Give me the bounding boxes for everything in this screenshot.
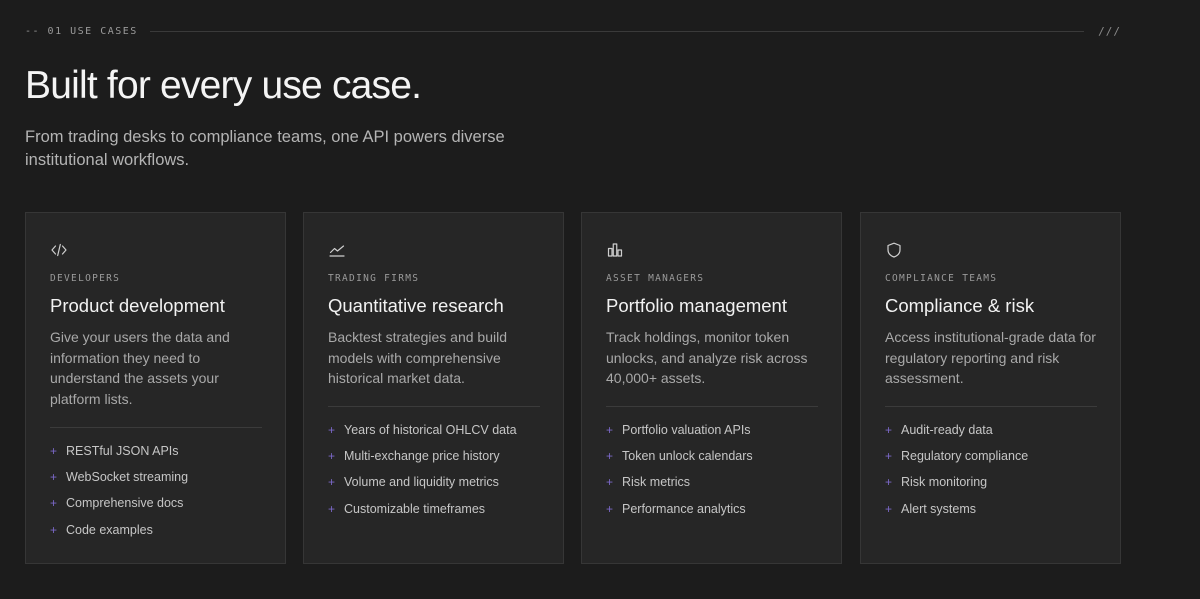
card-divider bbox=[885, 406, 1097, 407]
feature-item: + Audit-ready data bbox=[885, 417, 1105, 443]
feature-label: Customizable timeframes bbox=[344, 501, 486, 516]
card-description: Backtest strategies and build models wit… bbox=[328, 329, 507, 386]
feature-label: Audit-ready data bbox=[901, 423, 993, 438]
plus-icon: + bbox=[328, 449, 336, 464]
card-eyebrow: DEVELOPERS bbox=[50, 273, 121, 284]
section-divider bbox=[149, 30, 1085, 32]
page-title: Built for every use case. bbox=[25, 64, 422, 107]
page-subtitle: From trading desks to compliance teams, … bbox=[25, 128, 505, 169]
plus-icon: + bbox=[328, 501, 336, 516]
card-eyebrow: ASSET MANAGERS bbox=[606, 273, 705, 284]
plus-icon: + bbox=[606, 423, 614, 438]
feature-label: Volume and liquidity metrics bbox=[344, 475, 499, 490]
feature-label: Performance analytics bbox=[622, 501, 746, 516]
shield-icon bbox=[885, 241, 903, 259]
feature-label: RESTful JSON APIs bbox=[66, 444, 179, 459]
plus-icon: + bbox=[328, 475, 336, 490]
feature-list: + Audit-ready data + Regulatory compliance… bbox=[885, 417, 1105, 522]
card-title: Portfolio management bbox=[606, 295, 787, 316]
feature-label: Token unlock calendars bbox=[622, 449, 753, 464]
feature-label: Years of historical OHLCV data bbox=[344, 423, 517, 438]
feature-label: Risk monitoring bbox=[901, 475, 988, 490]
plus-icon: + bbox=[885, 449, 893, 464]
plus-icon: + bbox=[328, 423, 336, 438]
use-case-card-asset-managers: ASSET MANAGERS Portfolio management Trac… bbox=[581, 212, 842, 564]
feature-label: WebSocket streaming bbox=[66, 470, 189, 485]
card-divider bbox=[328, 406, 540, 407]
feature-label: Alert systems bbox=[901, 501, 977, 516]
card-divider bbox=[606, 406, 818, 407]
feature-list: + RESTful JSON APIs + WebSocket streaming … bbox=[50, 438, 270, 543]
use-case-cards: DEVELOPERS Product development Give your… bbox=[25, 212, 1121, 564]
plus-icon: + bbox=[606, 501, 614, 516]
plus-icon: + bbox=[50, 470, 58, 485]
plus-icon: + bbox=[50, 522, 58, 537]
feature-item: + WebSocket streaming bbox=[50, 464, 270, 490]
feature-item: + RESTful JSON APIs bbox=[50, 438, 270, 464]
plus-icon: + bbox=[885, 501, 893, 516]
feature-item: + Multi-exchange price history bbox=[328, 443, 548, 469]
plus-icon: + bbox=[885, 423, 893, 438]
plus-icon: + bbox=[885, 475, 893, 490]
feature-item: + Portfolio valuation APIs bbox=[606, 417, 826, 443]
card-title: Product development bbox=[50, 295, 225, 316]
plus-icon: + bbox=[50, 496, 58, 511]
feature-item: + Comprehensive docs bbox=[50, 490, 270, 516]
section-header: -- 01 USE CASES /// bbox=[25, 22, 1121, 40]
plus-icon: + bbox=[606, 475, 614, 490]
feature-item: + Risk metrics bbox=[606, 469, 826, 495]
code-icon bbox=[50, 241, 68, 259]
feature-item: + Volume and liquidity metrics bbox=[328, 469, 548, 495]
plus-icon: + bbox=[50, 444, 58, 459]
plus-icon: + bbox=[606, 449, 614, 464]
feature-item: + Risk monitoring bbox=[885, 469, 1105, 495]
card-divider bbox=[50, 427, 262, 428]
feature-item: + Years of historical OHLCV data bbox=[328, 417, 548, 443]
feature-item: + Customizable timeframes bbox=[328, 496, 548, 522]
feature-item: + Performance analytics bbox=[606, 496, 826, 522]
card-eyebrow: TRADING FIRMS bbox=[328, 273, 420, 284]
card-eyebrow: COMPLIANCE TEAMS bbox=[885, 273, 998, 284]
feature-item: + Code examples bbox=[50, 517, 270, 543]
feature-item: + Alert systems bbox=[885, 496, 1105, 522]
use-case-card-trading-firms: TRADING FIRMS Quantitative research Back… bbox=[303, 212, 564, 564]
card-description: Give your users the data and information… bbox=[50, 329, 230, 407]
feature-label: Regulatory compliance bbox=[901, 449, 1029, 464]
card-title: Quantitative research bbox=[328, 295, 504, 316]
use-case-card-compliance-teams: COMPLIANCE TEAMS Compliance & risk Acces… bbox=[860, 212, 1121, 564]
feature-item: + Token unlock calendars bbox=[606, 443, 826, 469]
card-description: Track holdings, monitor token unlocks, a… bbox=[606, 329, 808, 386]
feature-label: Code examples bbox=[66, 522, 153, 537]
use-case-card-developers: DEVELOPERS Product development Give your… bbox=[25, 212, 286, 564]
feature-list: + Portfolio valuation APIs + Token unlock … bbox=[606, 417, 826, 522]
feature-label: Comprehensive docs bbox=[66, 496, 184, 511]
feature-label: Portfolio valuation APIs bbox=[622, 423, 751, 438]
bar-chart-icon bbox=[606, 241, 624, 259]
feature-label: Multi-exchange price history bbox=[344, 449, 500, 464]
card-title: Compliance & risk bbox=[885, 295, 1035, 316]
trend-chart-icon bbox=[328, 241, 346, 259]
feature-list: + Years of historical OHLCV data + Multi-e… bbox=[328, 417, 548, 522]
feature-label: Risk metrics bbox=[622, 475, 691, 490]
section-label: -- 01 USE CASES bbox=[25, 25, 138, 37]
card-description: Access institutional-grade data for regu… bbox=[885, 329, 1096, 386]
feature-item: + Regulatory compliance bbox=[885, 443, 1105, 469]
section-mark: /// bbox=[1098, 24, 1121, 38]
